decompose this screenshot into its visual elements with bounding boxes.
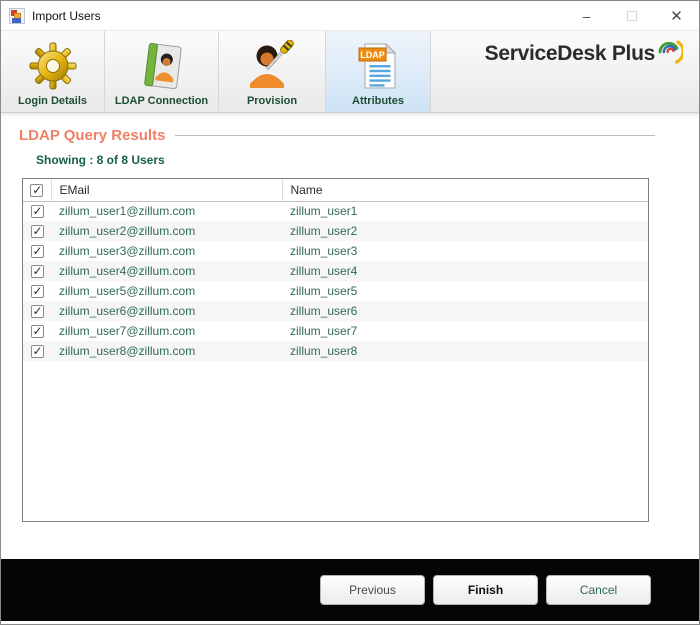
select-all-checkbox[interactable] xyxy=(30,183,44,197)
row-checkbox[interactable] xyxy=(30,324,44,339)
wizard-step-label: LDAP Connection xyxy=(114,95,209,107)
table-header-row: EMail Name xyxy=(23,179,648,202)
main-content: LDAP Query Results Showing : 8 of 8 User… xyxy=(1,113,699,559)
cell-email: zillum_user8@zillum.com xyxy=(59,344,196,358)
brand-name: ServiceDesk Plus xyxy=(484,42,656,65)
maximize-button[interactable] xyxy=(609,1,654,30)
finish-button[interactable]: Finish xyxy=(433,575,538,605)
wizard-step-attributes[interactable]: LDAP Attributes xyxy=(326,31,431,112)
table-row: zillum_user6@zillum.com zillum_user6 xyxy=(23,301,648,321)
cell-email: zillum_user2@zillum.com xyxy=(59,224,196,238)
table-row: zillum_user4@zillum.com zillum_user4 xyxy=(23,261,648,281)
table-row: zillum_user8@zillum.com zillum_user8 xyxy=(23,341,648,361)
cancel-button[interactable]: Cancel xyxy=(546,575,651,605)
wizard-step-label: Login Details xyxy=(17,95,88,107)
wizard-step-login-details[interactable]: Login Details xyxy=(1,31,105,112)
minimize-icon: – xyxy=(582,7,591,24)
window-bottom-strip xyxy=(1,621,699,624)
heading-rule xyxy=(175,135,655,136)
row-checkbox[interactable] xyxy=(30,304,44,319)
servicedesk-plus-logo: ServiceDesk Plus xyxy=(484,39,685,72)
address-book-icon xyxy=(135,39,189,93)
row-checkbox[interactable] xyxy=(30,204,44,219)
ldap-document-icon: LDAP xyxy=(351,39,405,93)
cell-email: zillum_user5@zillum.com xyxy=(59,284,196,298)
cell-name: zillum_user8 xyxy=(290,344,358,358)
wizard-step-label: Attributes xyxy=(352,95,404,107)
ldap-results-table: EMail Name zillum_user1@zillum.com zillu… xyxy=(22,178,649,522)
close-button[interactable]: ✕ xyxy=(654,1,699,30)
cell-email: zillum_user7@zillum.com xyxy=(59,324,196,338)
wizard-step-ldap-connection[interactable]: LDAP Connection xyxy=(105,31,219,112)
ldap-badge-text: LDAP xyxy=(360,50,385,60)
wizard-step-bar: Login Details LDAP Connection Provision … xyxy=(1,31,699,113)
row-checkbox[interactable] xyxy=(30,284,44,299)
row-checkbox[interactable] xyxy=(30,264,44,279)
titlebar: Import Users – ✕ xyxy=(1,1,699,31)
cell-name: zillum_user6 xyxy=(290,304,358,318)
maximize-icon xyxy=(626,10,637,21)
window-controls: – ✕ xyxy=(564,1,699,30)
brand-swoosh-icon xyxy=(657,39,685,72)
section-heading-row: LDAP Query Results xyxy=(1,127,699,144)
showing-count-text: Showing : 8 of 8 Users xyxy=(36,153,165,167)
column-header-name: Name xyxy=(282,179,648,202)
cell-name: zillum_user2 xyxy=(290,224,358,238)
gear-icon xyxy=(26,39,80,93)
row-checkbox[interactable] xyxy=(30,344,44,359)
cell-email: zillum_user4@zillum.com xyxy=(59,264,196,278)
cell-name: zillum_user1 xyxy=(290,204,358,219)
minimize-button[interactable]: – xyxy=(564,1,609,30)
cell-email: zillum_user6@zillum.com xyxy=(59,304,196,318)
close-icon: ✕ xyxy=(670,7,683,25)
table-row: zillum_user5@zillum.com zillum_user5 xyxy=(23,281,648,301)
footer-button-bar: Previous Finish Cancel xyxy=(1,559,699,621)
window-title: Import Users xyxy=(32,8,101,23)
cell-email: zillum_user1@zillum.com xyxy=(59,204,196,219)
cell-name: zillum_user4 xyxy=(290,264,358,278)
cell-name: zillum_user3 xyxy=(290,244,358,258)
previous-button[interactable]: Previous xyxy=(320,575,425,605)
import-users-window: Import Users – ✕ Login Details LDAP Conn… xyxy=(0,0,700,625)
page-title: LDAP Query Results xyxy=(19,127,166,144)
column-header-email: EMail xyxy=(51,179,283,202)
row-checkbox[interactable] xyxy=(30,244,44,259)
row-checkbox[interactable] xyxy=(30,224,44,239)
table-row: zillum_user3@zillum.com zillum_user3 xyxy=(23,241,648,261)
wizard-step-provision[interactable]: Provision xyxy=(219,31,326,112)
cell-name: zillum_user5 xyxy=(290,284,358,298)
user-screwdriver-icon xyxy=(245,39,299,93)
cell-email: zillum_user3@zillum.com xyxy=(59,244,196,258)
app-window-icon xyxy=(9,7,25,24)
table-row: zillum_user1@zillum.com zillum_user1 xyxy=(23,201,648,221)
table-row: zillum_user7@zillum.com zillum_user7 xyxy=(23,321,648,341)
table-row: zillum_user2@zillum.com zillum_user2 xyxy=(23,221,648,241)
cell-name: zillum_user7 xyxy=(290,324,358,338)
wizard-step-label: Provision xyxy=(246,95,298,107)
